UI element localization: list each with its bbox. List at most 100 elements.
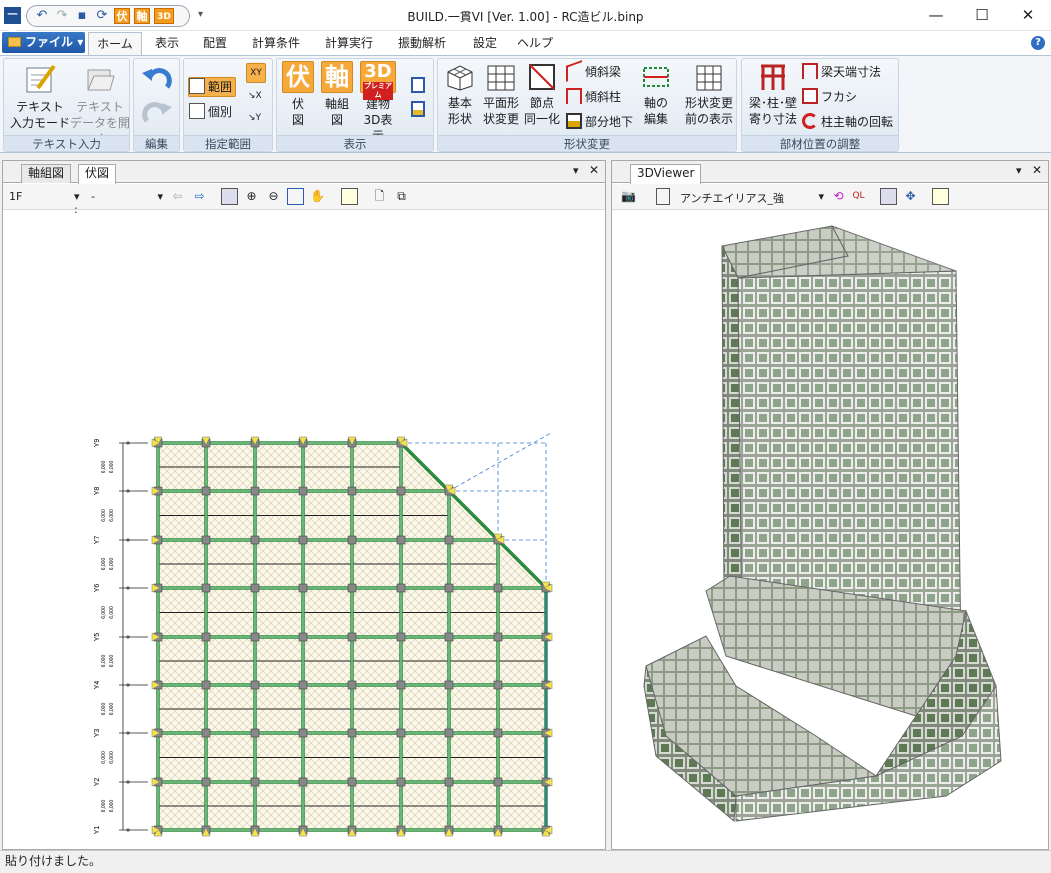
y-button[interactable]: ↘Y: [248, 109, 261, 129]
x-button[interactable]: ↘X: [248, 87, 262, 107]
panel-menu-icon[interactable]: ▾: [573, 164, 579, 177]
tab-calc-run[interactable]: 計算実行: [316, 32, 382, 55]
group-text-input: テキスト 入力モード テキスト データを開く テキスト入力: [3, 58, 130, 152]
sub-select[interactable]: - ▾: [91, 190, 163, 203]
y-span-label: 6,000: [109, 509, 115, 522]
help-icon[interactable]: ?: [1031, 36, 1045, 50]
text-input-mode-button[interactable]: テキスト 入力モード: [10, 62, 70, 131]
pan-hand-icon[interactable]: ✋: [309, 188, 326, 205]
jiku-view-button[interactable]: 軸 軸組 図: [319, 61, 355, 128]
basement-icon: [566, 113, 582, 129]
tab-3dviewer[interactable]: 3DViewer: [630, 164, 702, 184]
panel-close-icon[interactable]: ✕: [1032, 163, 1042, 177]
move-icon[interactable]: ✥: [902, 188, 919, 205]
column: [444, 728, 454, 738]
forward-arrow-icon[interactable]: ⇨: [191, 188, 208, 205]
slope-column-button[interactable]: 傾斜柱: [566, 88, 621, 108]
panel-view-icon[interactable]: [411, 77, 425, 93]
3d-panel-tabs: 3DViewer ▾ ✕: [612, 161, 1048, 184]
column: [396, 680, 406, 690]
panel-close-icon[interactable]: ✕: [589, 163, 599, 177]
tab-framing-elevation[interactable]: 軸組図: [21, 164, 72, 183]
tab-home[interactable]: ホーム: [88, 32, 142, 55]
plane-grid-icon: [487, 65, 515, 91]
plane-shape-change-button[interactable]: 平面形 状変更: [478, 62, 524, 127]
ribbon-tab-bar: ファイル ▾ ホーム 表示 配置 計算条件 計算実行 振動解析 設定 ヘルプ ?: [0, 31, 1051, 55]
single-button[interactable]: 個別: [189, 103, 232, 123]
redo-icon[interactable]: [140, 99, 174, 129]
dashed-extension: [448, 432, 552, 492]
zoom-out-icon[interactable]: ⊖: [265, 188, 282, 205]
picture-icon[interactable]: [221, 188, 238, 205]
picture-icon[interactable]: [880, 188, 897, 205]
slope-beam-button[interactable]: 傾斜梁: [566, 60, 621, 83]
basic-shape-label: 基本 形状: [447, 96, 472, 126]
y-span-label: 6,000: [109, 751, 115, 764]
column: [250, 680, 260, 690]
tab-help[interactable]: ヘルプ: [513, 32, 557, 55]
fuku-view-button[interactable]: 伏 伏 図: [280, 61, 316, 128]
floor-select[interactable]: 1F ▾ :: [9, 190, 80, 216]
beam-top-dimension-button[interactable]: 梁天端寸法: [802, 63, 881, 83]
antialias-select[interactable]: アンチエイリアス_強 ▾: [680, 190, 824, 206]
back-arrow-icon[interactable]: ⇦: [169, 188, 186, 205]
column: [250, 632, 260, 642]
column: [396, 486, 406, 496]
column: [493, 728, 503, 738]
tab-view[interactable]: 表示: [145, 32, 189, 55]
minimize-button[interactable]: —: [913, 0, 959, 31]
window-title: BUILD.一貫VI [Ver. 1.00] - RC造ビル.binp: [407, 10, 644, 24]
partial-basement-button[interactable]: 部分地下: [566, 113, 633, 133]
xy-button[interactable]: XY: [246, 63, 266, 83]
close-button[interactable]: ✕: [1005, 0, 1051, 31]
offset-label: 梁･柱･壁 寄り寸法: [748, 96, 797, 126]
frame-offset-icon: [761, 64, 785, 90]
basic-shape-button[interactable]: 基本 形状: [442, 62, 478, 127]
print-preview-icon[interactable]: 🗋: [371, 188, 388, 205]
copy-icon[interactable]: ⧉: [393, 188, 410, 205]
before-change-label: 形状変更 前の表示: [684, 96, 733, 126]
before-shape-change-button[interactable]: 形状変更 前の表示: [682, 62, 736, 127]
fukashi-button[interactable]: フカシ: [802, 88, 857, 108]
y-axis-label: Y3: [94, 729, 101, 738]
partial-basement-label: 部分地下: [585, 115, 634, 129]
rotate-view-icon[interactable]: ⟲: [830, 188, 847, 205]
panel-split-icon[interactable]: [411, 101, 425, 117]
tab-vibration[interactable]: 振動解析: [389, 32, 455, 55]
fit-view-icon[interactable]: [287, 188, 304, 205]
column: [201, 535, 211, 545]
ql-icon[interactable]: QL: [850, 188, 867, 205]
offset-dimension-button[interactable]: 梁･柱･壁 寄り寸法: [745, 62, 801, 127]
3d-building-render[interactable]: [616, 216, 1044, 836]
floor-plan-drawing[interactable]: Y16,0006,000Y26,0006,000Y36,0006,000Y46,…: [3, 211, 605, 849]
maximize-button[interactable]: ☐: [959, 0, 1005, 31]
y-span-label-p: 6,000: [101, 655, 107, 668]
axis-edit-icon: [643, 67, 669, 87]
column: [493, 680, 503, 690]
y-span-label-p: 6,000: [101, 606, 107, 619]
panel-menu-icon[interactable]: ▾: [1016, 164, 1022, 177]
building-3d-button[interactable]: 3D プレミアム 建物 3D表示: [358, 61, 398, 144]
column: [444, 583, 454, 593]
open-folder-icon: [87, 69, 115, 91]
tab-placement[interactable]: 配置: [193, 32, 237, 55]
camera-icon[interactable]: 📷: [620, 188, 637, 205]
y-span-label: 6,000: [109, 461, 115, 474]
range-select-icon: [189, 78, 205, 94]
list-icon[interactable]: [341, 188, 358, 205]
node-unify-button[interactable]: 節点 同一化: [522, 62, 562, 127]
column-rotate-button[interactable]: 柱主軸の回転: [802, 113, 893, 133]
settings-list-icon[interactable]: [932, 188, 949, 205]
jiku-icon: 軸: [321, 61, 353, 93]
file-menu-button[interactable]: ファイル ▾: [2, 32, 85, 53]
tab-calc-conditions[interactable]: 計算条件: [243, 32, 309, 55]
zoom-in-icon[interactable]: ⊕: [243, 188, 260, 205]
undo-icon[interactable]: [140, 65, 174, 95]
group-display: 伏 伏 図 軸 軸組 図 3D プレミアム 建物 3D表示 表示: [276, 58, 434, 152]
range-button[interactable]: 範囲: [188, 77, 237, 97]
column: [347, 728, 357, 738]
slope-beam-icon: [566, 60, 582, 82]
tab-settings[interactable]: 設定: [463, 32, 507, 55]
tab-floor-plan[interactable]: 伏図: [78, 164, 117, 184]
axis-edit-button[interactable]: 軸の 編集: [638, 62, 674, 127]
